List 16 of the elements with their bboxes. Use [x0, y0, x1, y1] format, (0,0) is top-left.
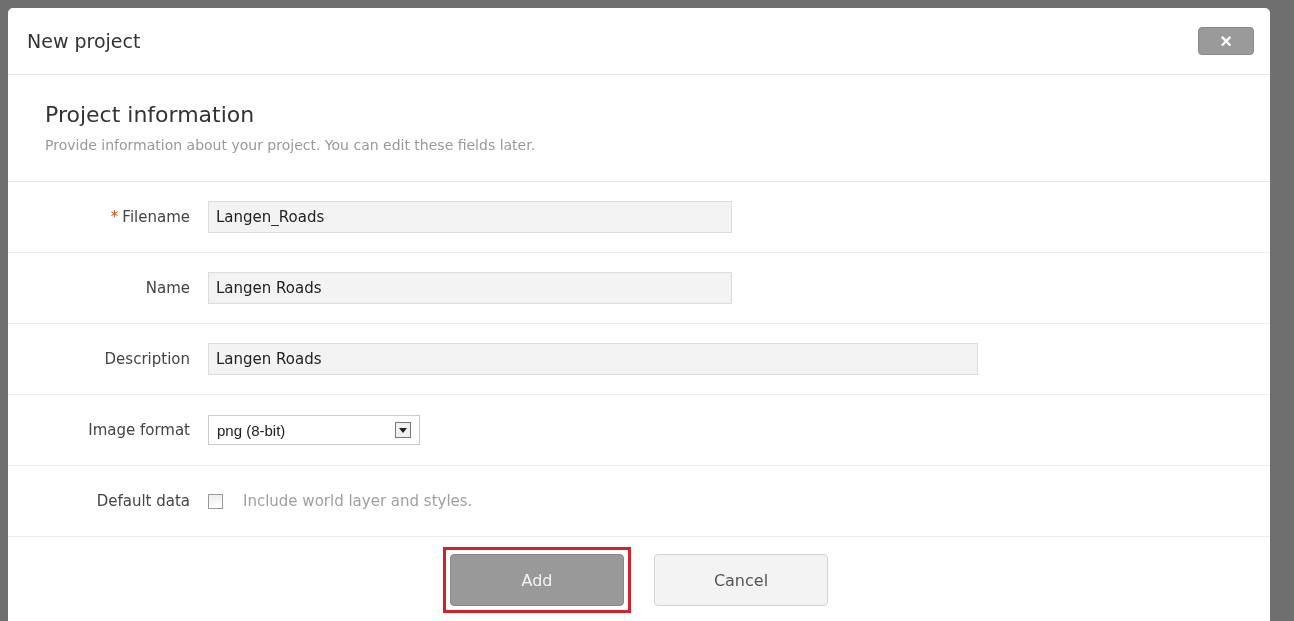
text-field[interactable]: Langen Roads [208, 272, 732, 304]
dialog-title: New project [27, 30, 141, 52]
field-label: Filename [122, 208, 190, 226]
field-label: Description [104, 350, 190, 368]
required-mark: * [110, 208, 119, 226]
field-label: Name [145, 279, 190, 297]
dropdown-field[interactable]: png (8-bit) [208, 415, 420, 445]
section-heading: Project information [45, 102, 256, 127]
text-field[interactable]: Langen_Roads [208, 201, 732, 233]
section-description: Provide information about your project. You can edit these fields later. [45, 137, 537, 153]
cancel-button[interactable]: Cancel [654, 554, 828, 606]
field-label: Default data [96, 492, 190, 510]
checkbox[interactable] [208, 493, 223, 509]
checkbox-label: Include world layer and styles. [243, 492, 473, 510]
text-field[interactable]: Langen Roads [208, 343, 978, 375]
field-label: Image format [88, 421, 190, 439]
